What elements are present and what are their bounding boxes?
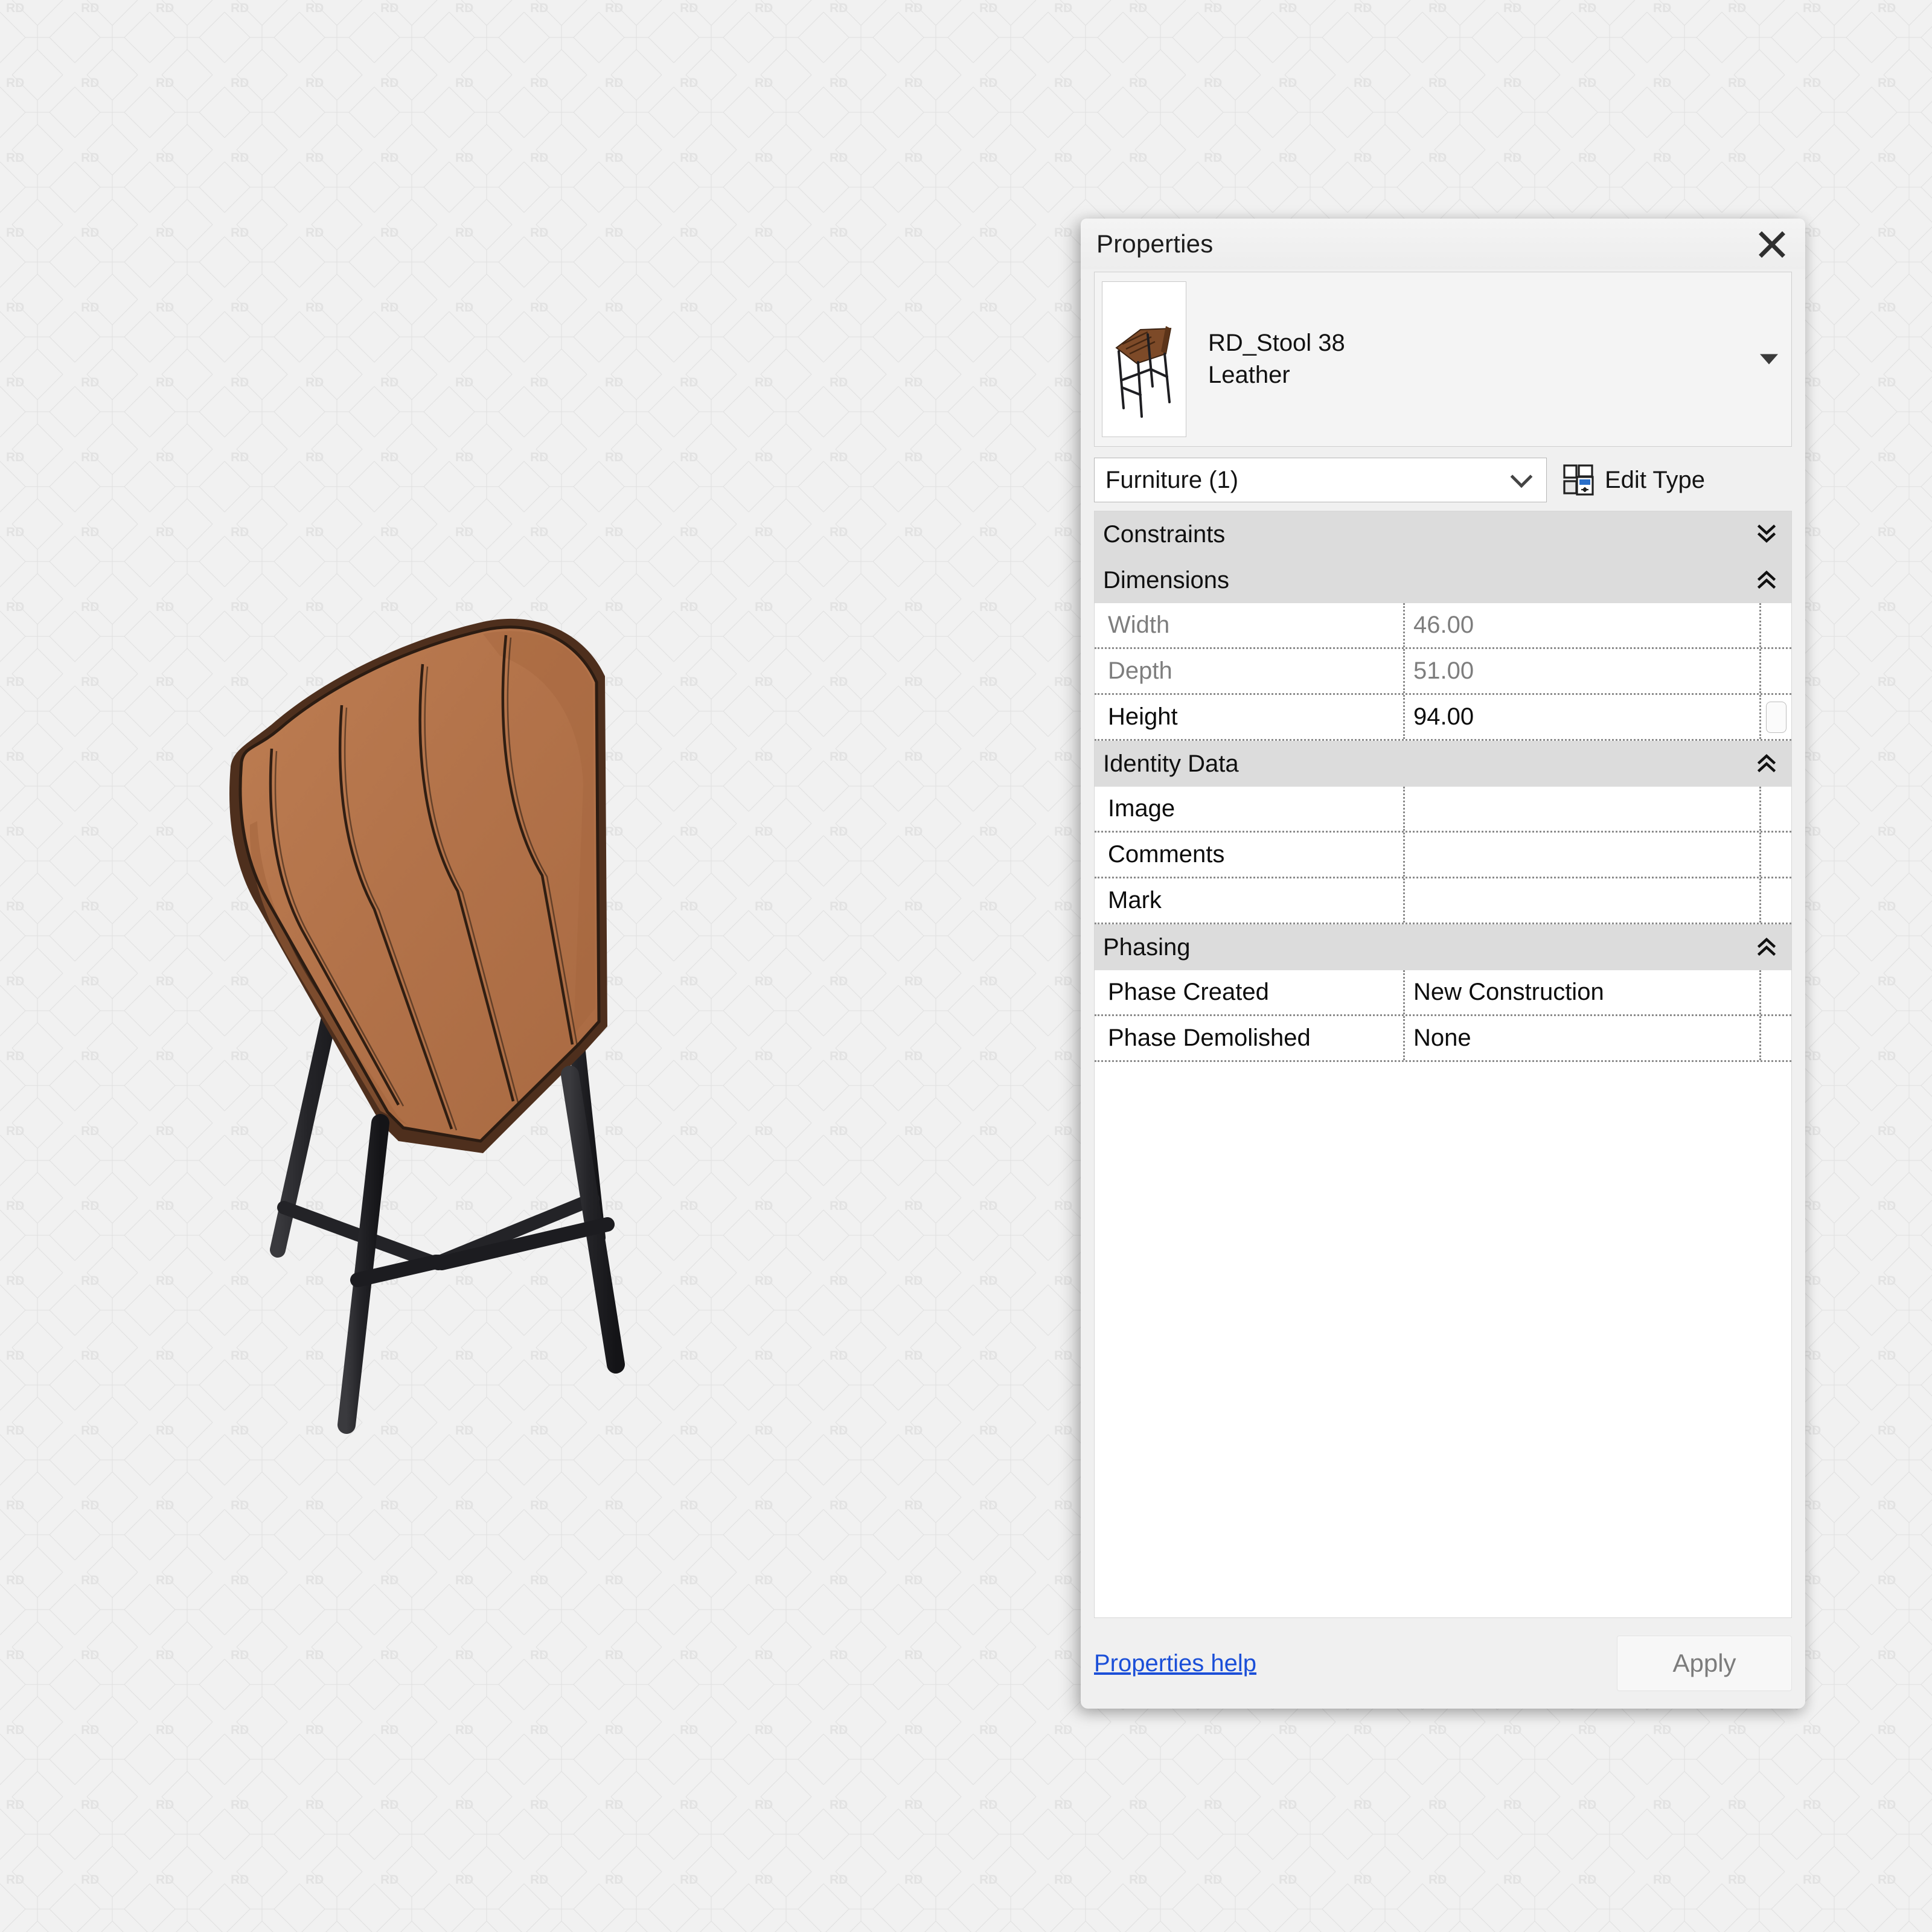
close-icon[interactable] <box>1753 226 1791 263</box>
property-row[interactable]: Width46.00 <box>1095 603 1791 649</box>
property-row[interactable]: Comments <box>1095 833 1791 878</box>
property-name: Image <box>1095 787 1405 831</box>
type-labels: RD_Stool 38 Leather <box>1208 329 1345 389</box>
group-label: Identity Data <box>1103 750 1239 778</box>
double-chevron-up-icon[interactable] <box>1758 936 1776 958</box>
properties-panel: Properties <box>1081 219 1805 1709</box>
property-extra <box>1761 878 1791 923</box>
property-extra <box>1761 649 1791 693</box>
category-row: Furniture (1) Edit Type <box>1094 458 1792 502</box>
double-chevron-down-icon[interactable] <box>1758 523 1776 545</box>
property-row[interactable]: Phase CreatedNew Construction <box>1095 970 1791 1016</box>
property-extra <box>1761 833 1791 877</box>
property-extra <box>1761 970 1791 1014</box>
page-title: Properties <box>1096 229 1213 258</box>
property-row[interactable]: Phase DemolishedNone <box>1095 1016 1791 1062</box>
property-name: Depth <box>1095 649 1405 693</box>
category-select[interactable]: Furniture (1) <box>1094 458 1547 502</box>
group-header-phasing[interactable]: Phasing <box>1095 924 1791 970</box>
height-unlock-button[interactable] <box>1766 702 1786 733</box>
property-row[interactable]: Depth51.00 <box>1095 649 1791 695</box>
table-empty-area <box>1095 1062 1791 1617</box>
double-chevron-up-icon[interactable] <box>1758 753 1776 775</box>
panel-footer: Properties help Apply <box>1081 1618 1805 1709</box>
group-label: Phasing <box>1103 934 1191 961</box>
triangle-down-icon[interactable] <box>1760 354 1778 365</box>
property-value[interactable]: 46.00 <box>1405 603 1761 647</box>
property-extra <box>1761 603 1791 647</box>
property-row[interactable]: Mark <box>1095 878 1791 924</box>
property-name: Phase Created <box>1095 970 1405 1014</box>
property-name: Height <box>1095 695 1405 739</box>
property-extra <box>1761 1016 1791 1060</box>
category-value: Furniture (1) <box>1105 467 1238 494</box>
type-family-label: RD_Stool 38 <box>1208 329 1345 357</box>
property-value[interactable]: None <box>1405 1016 1761 1060</box>
property-value[interactable]: New Construction <box>1405 970 1761 1014</box>
group-header-identity-data[interactable]: Identity Data <box>1095 741 1791 787</box>
group-header-constraints[interactable]: Constraints <box>1095 511 1791 557</box>
property-extra <box>1761 787 1791 831</box>
property-name: Width <box>1095 603 1405 647</box>
chevron-down-icon <box>1511 465 1533 488</box>
properties-table: Constraints Dimensions Width46.00Depth51.0… <box>1094 511 1792 1618</box>
property-value[interactable] <box>1405 787 1761 831</box>
property-row[interactable]: Image <box>1095 787 1791 833</box>
property-name: Phase Demolished <box>1095 1016 1405 1060</box>
apply-button[interactable]: Apply <box>1617 1636 1792 1691</box>
app-root: Properties <box>0 0 1932 1932</box>
stool-thumbnail-icon <box>1102 281 1186 437</box>
property-name: Comments <box>1095 833 1405 877</box>
group-label: Dimensions <box>1103 567 1229 594</box>
edit-type-button[interactable]: Edit Type <box>1563 464 1705 496</box>
group-header-dimensions[interactable]: Dimensions <box>1095 557 1791 603</box>
type-name-label: Leather <box>1208 361 1345 389</box>
property-value[interactable] <box>1405 833 1761 877</box>
property-value[interactable]: 51.00 <box>1405 649 1761 693</box>
stool-illustration <box>199 483 815 1449</box>
edit-type-icon <box>1563 464 1595 496</box>
panel-titlebar: Properties <box>1081 219 1805 269</box>
properties-help-link[interactable]: Properties help <box>1094 1650 1256 1677</box>
type-selector[interactable]: RD_Stool 38 Leather <box>1094 272 1792 447</box>
property-value[interactable]: 94.00 <box>1405 695 1761 739</box>
property-name: Mark <box>1095 878 1405 923</box>
double-chevron-up-icon[interactable] <box>1758 569 1776 591</box>
group-label: Constraints <box>1103 521 1225 548</box>
property-row[interactable]: Height94.00 <box>1095 695 1791 741</box>
property-value[interactable] <box>1405 878 1761 923</box>
property-extra <box>1761 695 1791 739</box>
edit-type-label: Edit Type <box>1605 467 1705 494</box>
